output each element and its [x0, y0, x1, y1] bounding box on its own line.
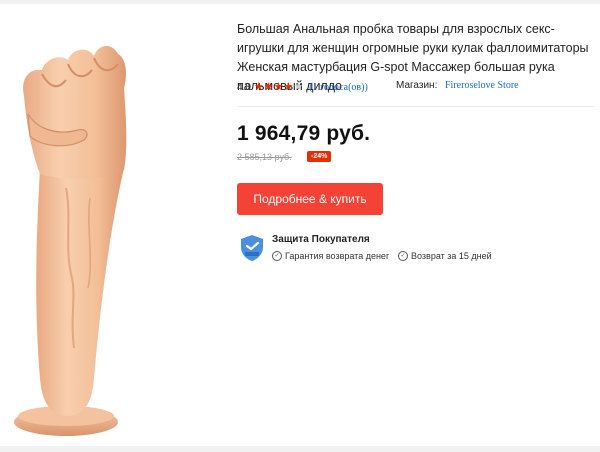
current-price: 1 964,79 руб. [237, 122, 371, 145]
rating-row: 4.0 ★ ★ ★ ★ ★ (1 голоса(ов)) Магазин: Fi… [237, 78, 595, 96]
bottom-divider [0, 446, 600, 452]
star-icon: ★ [273, 80, 284, 93]
old-price: 2 585,13 руб. [237, 152, 292, 162]
shield-icon [239, 234, 265, 262]
details-buy-button[interactable]: Подробнее & купить [237, 183, 383, 215]
star-icon: ★ [253, 80, 264, 93]
star-empty-icon: ★ [293, 80, 304, 93]
guarantee-money-back: ✓ Гарантия возврата денег [272, 251, 389, 261]
store-link[interactable]: Fireroselove Store [445, 80, 519, 91]
check-circle-icon: ✓ [272, 251, 282, 261]
product-card: Большая Анальная пробка товары для взрос… [0, 0, 600, 452]
protection-title: Защита Покупателя [272, 234, 370, 245]
discount-badge: -24% [307, 151, 332, 162]
rating-stars[interactable]: ★ ★ ★ ★ ★ [253, 80, 304, 93]
buyer-protection: Защита Покупателя ✓ Гарантия возврата де… [237, 232, 595, 272]
rating-value: 4.0 [237, 81, 251, 93]
star-icon: ★ [263, 80, 274, 93]
store-label: Магазин: [396, 80, 438, 91]
check-circle-icon: ✓ [398, 251, 408, 261]
divider [237, 106, 595, 107]
star-icon: ★ [283, 80, 294, 93]
guarantee-text: Возврат за 15 дней [411, 251, 492, 261]
top-divider [0, 0, 600, 4]
product-photo [14, 45, 127, 436]
guarantee-text: Гарантия возврата денег [285, 251, 390, 261]
votes-link[interactable]: (1 голоса(ов)) [309, 82, 368, 93]
guarantee-return: ✓ Возврат за 15 дней [398, 251, 492, 261]
product-image[interactable] [6, 18, 222, 444]
